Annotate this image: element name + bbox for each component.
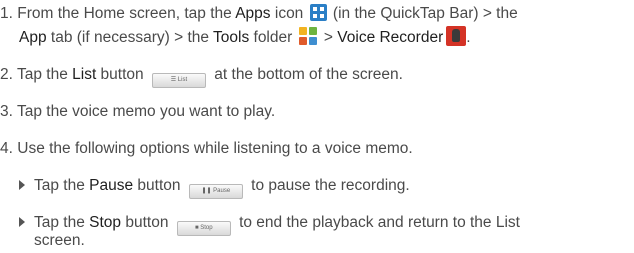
pause-label: Pause <box>89 177 134 194</box>
step-1-line-1: 1. From the Home screen, tap the Apps ic… <box>0 2 518 26</box>
app-tab-label: App <box>19 29 47 46</box>
step-4-number: 4. <box>0 140 13 157</box>
tools-label: Tools <box>213 29 250 46</box>
step-2-text-b: button <box>96 66 148 83</box>
step-3-number: 3. <box>0 103 13 120</box>
step-1-text-f: > <box>319 29 338 46</box>
pause-text-c: to pause the recording. <box>246 177 410 194</box>
sub-step-stop: Tap the Stop button ■ Stop to end the pl… <box>19 211 520 236</box>
step-2: 2. Tap the List button ☰ List at the bot… <box>0 63 403 88</box>
voice-recorder-icon <box>446 26 467 46</box>
step-2-text-c: at the bottom of the screen. <box>209 66 403 83</box>
apps-icon <box>309 4 327 21</box>
step-4: 4. Use the following options while liste… <box>0 137 413 161</box>
step-1-text-b: icon <box>270 5 308 22</box>
step-3: 3. Tap the voice memo you want to play. <box>0 100 275 124</box>
stop-text-c: to end the playback and return to the Li… <box>234 214 520 231</box>
step-2-number: 2. <box>0 66 13 83</box>
sub-step-pause: Tap the Pause button ❚❚ Pause to pause t… <box>19 174 410 199</box>
instructions-document: 1. From the Home screen, tap the Apps ic… <box>0 0 634 249</box>
pause-text-b: button <box>133 177 185 194</box>
bullet-arrow-icon <box>19 180 25 190</box>
sub-step-stop-line-2: screen. <box>34 229 85 253</box>
step-1-text-a: From the Home screen, tap the <box>17 5 236 22</box>
step-1-number: 1. <box>0 5 13 22</box>
stop-label: Stop <box>89 214 122 231</box>
list-label: List <box>72 66 97 83</box>
step-1-period: . <box>466 29 471 46</box>
apps-label: Apps <box>235 5 271 22</box>
pause-text-a: Tap the <box>34 177 90 194</box>
stop-text-d: screen. <box>34 232 85 249</box>
stop-text-b: button <box>121 214 173 231</box>
pause-button-image: ❚❚ Pause <box>188 184 243 199</box>
tools-folder-icon <box>298 27 318 46</box>
step-1-text-d: tab (if necessary) > the <box>46 29 214 46</box>
step-3-text: Tap the voice memo you want to play. <box>16 103 276 120</box>
bullet-arrow-icon <box>19 217 25 227</box>
voice-recorder-label: Voice Recorder <box>337 29 444 46</box>
step-4-text: Use the following options while listenin… <box>17 140 413 157</box>
stop-button-image: ■ Stop <box>176 221 231 236</box>
step-1-text-e: folder <box>249 29 297 46</box>
step-1-line-2: App tab (if necessary) > the Tools folde… <box>19 26 471 50</box>
step-1-text-c: (in the QuickTap Bar) > the <box>328 5 518 22</box>
step-2-text-a: Tap the <box>16 66 73 83</box>
list-button-image: ☰ List <box>151 73 206 88</box>
